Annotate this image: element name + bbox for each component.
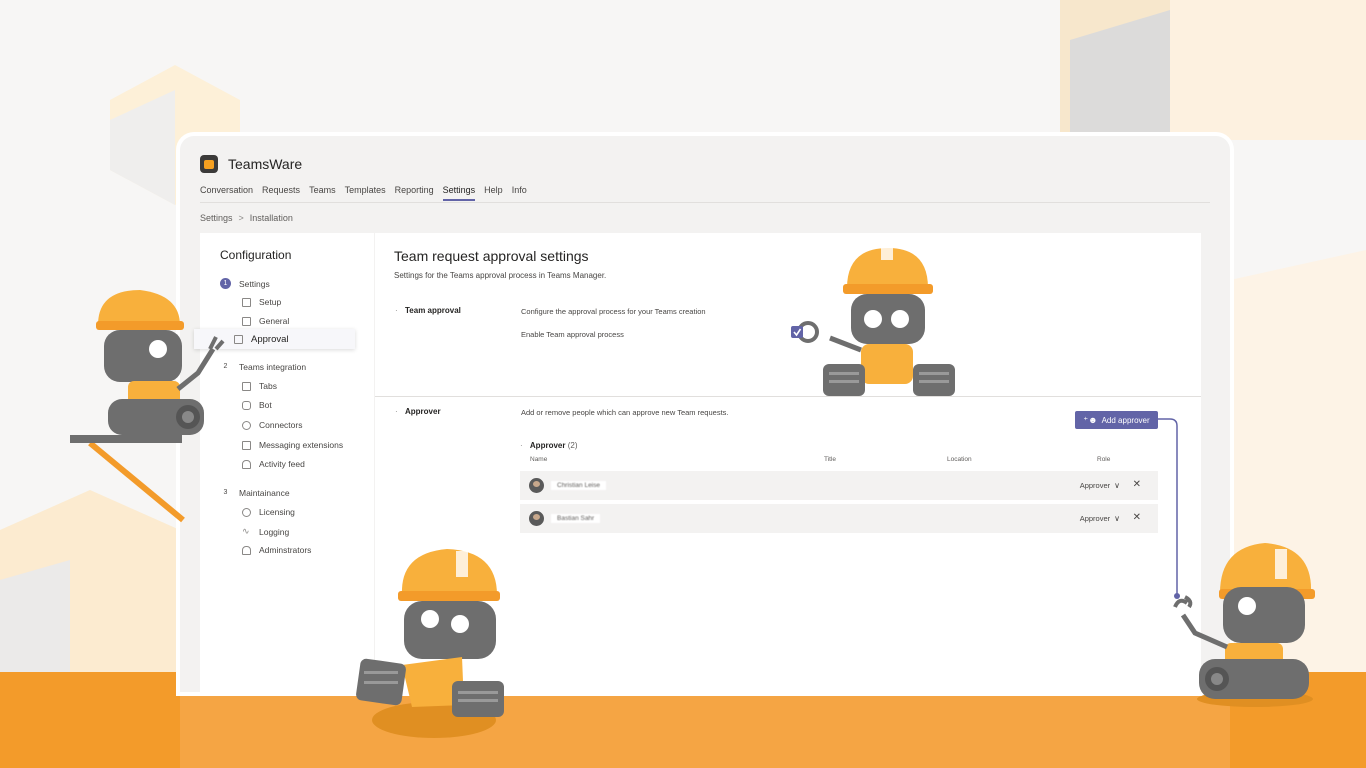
role-value: Approver xyxy=(1079,514,1111,523)
sidebar-item-general[interactable]: General xyxy=(242,316,289,326)
sidebar-item-adminstrators[interactable]: Adminstrators xyxy=(242,545,311,555)
nav-reporting[interactable]: Reporting xyxy=(395,185,434,201)
add-approver-label: Add approver xyxy=(1101,415,1150,425)
sidebar-item-label: Activity feed xyxy=(259,459,305,469)
collapse-icon: · xyxy=(520,441,523,450)
remove-approver-close-icon[interactable]: ✕ xyxy=(1133,512,1141,523)
sidebar-item-logging[interactable]: ∿ Logging xyxy=(242,526,289,537)
floor-shade xyxy=(180,690,1230,768)
avatar xyxy=(529,511,544,526)
remove-approver-close-icon[interactable]: ✕ xyxy=(1133,479,1141,490)
approver-list-title: Approver xyxy=(529,441,566,450)
role-dropdown[interactable]: Approver ∨ xyxy=(1080,481,1120,490)
approver-list-header[interactable]: · Approver (2) xyxy=(520,441,577,450)
enable-approval-label: Enable Team approval process xyxy=(521,330,624,339)
sidebar-item-tabs[interactable]: Tabs xyxy=(242,381,277,391)
document-icon xyxy=(242,297,251,307)
document-icon xyxy=(242,316,251,326)
sidebar-item-label: Setup xyxy=(259,297,282,307)
sidebar-group-label: Settings xyxy=(239,278,270,289)
role-value: Approver xyxy=(1079,481,1111,490)
add-approver-button[interactable]: ⁺☻ Add approver xyxy=(1075,411,1158,429)
nav-conversation[interactable]: Conversation xyxy=(200,185,253,201)
breadcrumb-settings[interactable]: Settings xyxy=(200,213,233,223)
add-person-icon: ⁺☻ xyxy=(1083,414,1098,425)
sidebar-item-connectors[interactable]: Connectors xyxy=(242,420,302,430)
sidebar-item-licensing[interactable]: Licensing xyxy=(242,507,295,517)
nav-requests[interactable]: Requests xyxy=(262,185,300,201)
nav-divider xyxy=(200,202,1210,203)
approver-name: Christian Leise xyxy=(551,481,606,490)
top-nav: Conversation Requests Teams Templates Re… xyxy=(200,185,536,201)
approver-description: Add or remove people which can approve n… xyxy=(521,408,729,417)
approver-name: Bastian Sahr xyxy=(551,514,601,523)
column-title: Title xyxy=(824,456,837,463)
team-approval-description: Configure the approval process for your … xyxy=(521,307,706,316)
sidebar-item-label: General xyxy=(259,316,290,326)
approver-count: (2) xyxy=(567,441,578,450)
sidebar-group-label: Maintainance xyxy=(239,487,290,498)
sidebar-group-label: Teams integration xyxy=(239,361,307,372)
robot-checkbox-holder xyxy=(791,246,955,396)
column-role: Role xyxy=(1097,456,1111,463)
role-dropdown[interactable]: Approver ∨ xyxy=(1080,514,1120,523)
teamsware-logo-icon xyxy=(200,155,218,173)
team-approval-label: Team approval xyxy=(395,306,461,315)
page-title: Team request approval settings xyxy=(394,248,589,264)
connectors-icon xyxy=(242,420,251,430)
people-icon xyxy=(242,545,251,555)
nav-settings[interactable]: Settings xyxy=(442,185,476,201)
sidebar-item-approval[interactable]: Approval xyxy=(234,334,289,345)
bell-icon xyxy=(242,459,251,469)
chevron-down-icon: ∨ xyxy=(1114,514,1120,523)
approver-label: Approver xyxy=(395,407,440,416)
sidebar-item-messaging-extensions[interactable]: Messaging extensions xyxy=(242,440,343,450)
nav-templates[interactable]: Templates xyxy=(345,185,386,201)
background-hexagon-right xyxy=(1060,0,1366,140)
breadcrumb-separator-icon: > xyxy=(238,213,244,223)
sidebar-title: Configuration xyxy=(220,248,292,262)
robot-right xyxy=(1173,543,1315,707)
robot-left-shelf xyxy=(70,290,225,523)
robot-sitting xyxy=(356,549,504,738)
sidebar-item-label: Logging xyxy=(259,526,290,537)
column-location: Location xyxy=(947,456,972,463)
approval-checkbox[interactable] xyxy=(791,326,803,338)
edit-icon xyxy=(242,440,251,450)
avatar xyxy=(529,478,544,493)
table-row[interactable]: Bastian Sahr Approver ∨ ✕ xyxy=(520,504,1158,533)
sidebar-item-label: Tabs xyxy=(259,381,277,391)
table-row[interactable]: Christian Leise Approver ∨ ✕ xyxy=(520,471,1158,500)
sidebar-item-bot[interactable]: Bot xyxy=(242,400,272,410)
breadcrumb: Settings > Installation xyxy=(200,213,293,223)
sidebar-item-label: Approval xyxy=(251,334,289,345)
chevron-down-icon: ∨ xyxy=(1114,481,1120,490)
sidebar-item-label: Licensing xyxy=(259,507,295,517)
sidebar-item-setup[interactable]: Setup xyxy=(242,297,281,307)
nav-teams[interactable]: Teams xyxy=(309,185,336,201)
nav-help[interactable]: Help xyxy=(484,185,503,201)
bot-icon xyxy=(242,400,251,410)
globe-icon xyxy=(242,507,251,517)
sidebar-item-label: Adminstrators xyxy=(259,545,312,555)
nav-info[interactable]: Info xyxy=(512,185,527,201)
sidebar-item-label: Messaging extensions xyxy=(259,440,344,450)
sidebar-item-activity-feed[interactable]: Activity feed xyxy=(242,459,305,469)
tabs-icon xyxy=(242,381,251,391)
app-window: TeamsWare Conversation Requests Teams Te… xyxy=(180,136,1230,692)
column-name: Name xyxy=(530,456,548,463)
page-subtitle: Settings for the Teams approval process … xyxy=(394,271,607,280)
breadcrumb-installation: Installation xyxy=(249,213,293,223)
app-title: TeamsWare xyxy=(228,156,303,172)
sidebar-item-label: Bot xyxy=(259,400,272,410)
sidebar-item-label: Connectors xyxy=(259,420,303,430)
pulse-icon: ∿ xyxy=(242,526,250,536)
